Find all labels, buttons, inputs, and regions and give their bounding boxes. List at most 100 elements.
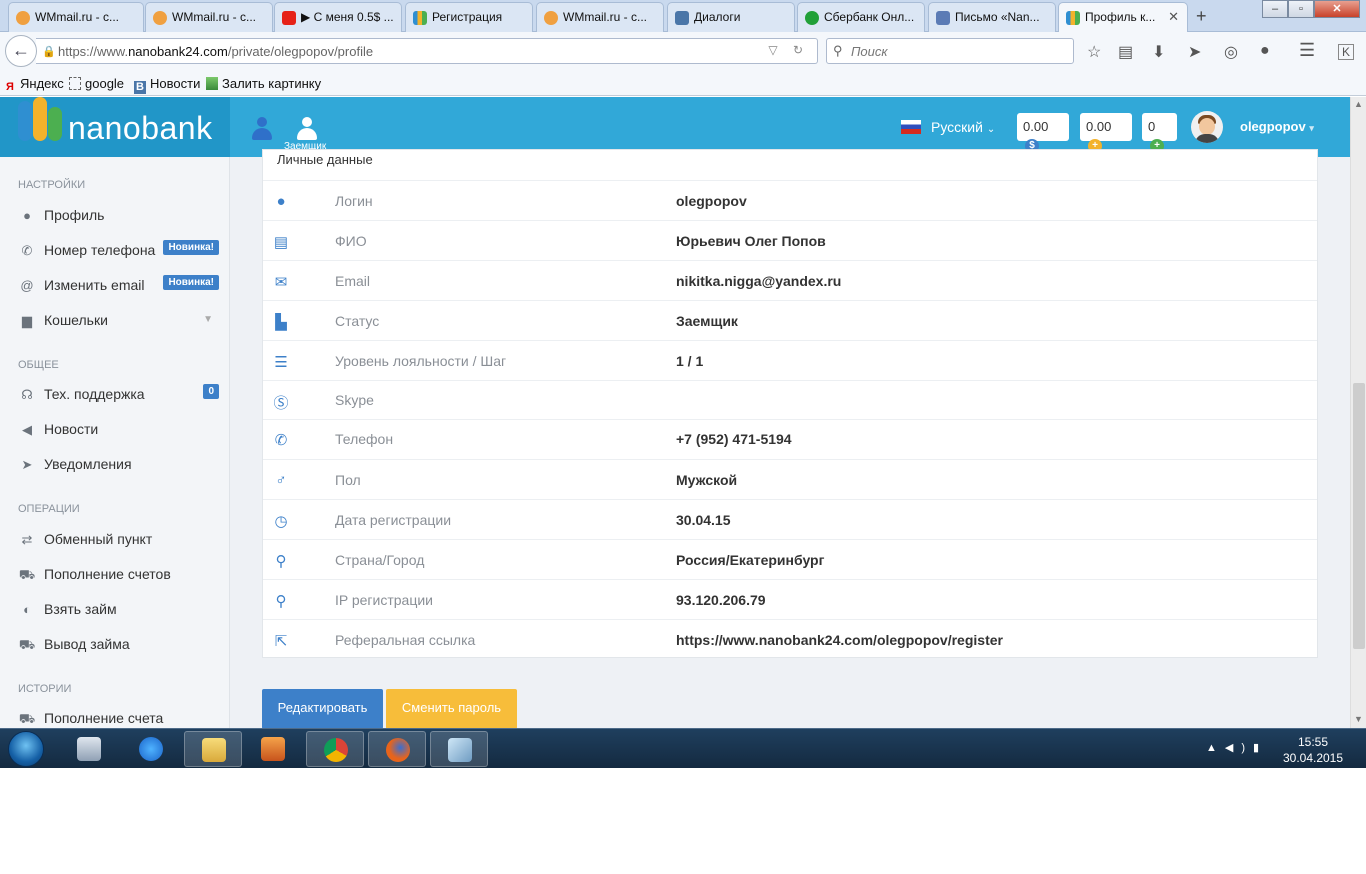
sidebar-item-exchange[interactable]: ⇄ Обменный пункт bbox=[18, 531, 223, 548]
start-button[interactable] bbox=[8, 731, 44, 767]
clipboard-icon: ▤ bbox=[273, 234, 289, 251]
profile-row-ip: ⚲ IP регистрации 93.120.206.79 bbox=[263, 579, 1317, 619]
sidebar-item-email[interactable]: @ Изменить email Новинка! bbox=[18, 275, 223, 293]
sidebar-item-topup[interactable]: ⛟ Пополнение счетов bbox=[18, 566, 223, 585]
taskbar-internet-explorer[interactable] bbox=[122, 731, 180, 767]
referral-link[interactable]: https://www.nanobank24.com/olegpopov/reg… bbox=[676, 632, 1003, 648]
wallet-icon: ▆ bbox=[22, 313, 32, 328]
folder-icon bbox=[202, 738, 226, 762]
reading-list-icon[interactable]: ▤ bbox=[1118, 42, 1133, 62]
globe-icon[interactable]: ◎ bbox=[1224, 42, 1238, 62]
sidebar-item-wallets[interactable]: ▆ Кошельки ▼ bbox=[18, 312, 223, 329]
minimize-window-button[interactable]: – bbox=[1262, 0, 1288, 18]
balance-bonus[interactable]: 0+ bbox=[1142, 113, 1177, 153]
username-menu[interactable]: olegpopov ▾ bbox=[1240, 119, 1314, 134]
menu-icon[interactable]: ☰ bbox=[1299, 40, 1315, 61]
sidebar-section-title: ОПЕРАЦИИ bbox=[18, 503, 80, 515]
profile-row-referral: ⇱ Реферальная ссылка https://www.nanobank2… bbox=[263, 619, 1317, 659]
taskbar-notes[interactable] bbox=[430, 731, 488, 767]
sidebar-item-support[interactable]: ☊ Тех. поддержка 0 bbox=[18, 384, 223, 403]
cart-icon: ⛟ bbox=[18, 567, 36, 582]
profile-row-email: ✉ Email nikitka.nigga@yandex.ru bbox=[263, 260, 1317, 300]
taskbar-media-player[interactable] bbox=[244, 731, 302, 767]
notes-icon bbox=[448, 738, 472, 762]
user-icon: ● bbox=[23, 208, 31, 223]
scrollbar-thumb[interactable] bbox=[1353, 383, 1365, 649]
logo-bar bbox=[33, 97, 47, 141]
scroll-down-icon[interactable]: ▼ bbox=[1354, 714, 1363, 724]
addon-icon[interactable]: K bbox=[1338, 44, 1355, 60]
send-icon[interactable]: ➤ bbox=[1188, 42, 1201, 62]
headset-icon: ☊ bbox=[21, 387, 33, 402]
close-tab-icon[interactable]: ✕ bbox=[1168, 9, 1179, 25]
new-badge: Новинка! bbox=[163, 240, 219, 255]
phone-icon: ✆ bbox=[274, 432, 288, 449]
sidebar-item-phone[interactable]: ✆ Номер телефона Новинка! bbox=[18, 240, 223, 259]
sidebar-item-history-topup[interactable]: ⛟ Пополнение счета bbox=[18, 710, 223, 728]
logo[interactable]: nanobank bbox=[0, 97, 230, 157]
russia-flag-icon bbox=[901, 120, 921, 134]
sidebar-item-withdraw[interactable]: ⛟ Вывод займа bbox=[18, 636, 223, 655]
taskbar-firefox[interactable] bbox=[368, 731, 426, 767]
browser-tab-active[interactable]: Профиль к... ✕ bbox=[1058, 2, 1188, 33]
image-upload-icon bbox=[206, 77, 218, 90]
taskbar-calculator[interactable] bbox=[60, 731, 118, 767]
page-scrollbar[interactable]: ▲ ▼ bbox=[1350, 97, 1366, 728]
change-password-button[interactable]: Сменить пароль bbox=[386, 689, 517, 728]
browser-tab[interactable]: WMmail.ru - с... bbox=[536, 2, 664, 32]
url-bar[interactable]: 🔒 https://www.nanobank24.com/private/ole… bbox=[36, 38, 818, 64]
sidebar-item-take-loan[interactable]: ◐ Взять займ bbox=[18, 601, 223, 617]
clock[interactable]: 15:55 30.04.2015 bbox=[1280, 734, 1346, 766]
site-header: nanobank Заемщик Русский ⌄ 0.00$ 0.00+ 0… bbox=[0, 97, 1350, 157]
sidebar-item-news[interactable]: ◀ Новости bbox=[18, 421, 223, 438]
taskbar-chrome[interactable] bbox=[306, 731, 364, 767]
balance-points[interactable]: 0.00+ bbox=[1080, 113, 1132, 153]
edit-button[interactable]: Редактировать bbox=[262, 689, 383, 728]
new-tab-icon[interactable]: + bbox=[1196, 6, 1207, 27]
browser-tab[interactable]: Диалоги bbox=[667, 2, 795, 32]
taskbar-explorer[interactable] bbox=[184, 731, 242, 767]
avatar[interactable] bbox=[1191, 111, 1223, 143]
close-window-button[interactable]: ✕ bbox=[1314, 0, 1360, 18]
back-button[interactable]: ← bbox=[5, 35, 37, 67]
borrower-icon[interactable] bbox=[297, 117, 317, 141]
url-prefix: https://www. bbox=[58, 44, 129, 59]
browser-tab[interactable]: WMmail.ru - с... bbox=[145, 2, 273, 32]
lock-icon: 🔒 bbox=[42, 46, 56, 58]
mail-icon bbox=[936, 11, 950, 25]
search-input[interactable]: ⚲ Поиск bbox=[826, 38, 1074, 64]
caret-down-icon: ▼ bbox=[203, 314, 213, 325]
megaphone-icon: ◀ bbox=[22, 422, 32, 437]
language-select[interactable]: Русский ⌄ bbox=[901, 119, 995, 135]
balance-usd[interactable]: 0.00$ bbox=[1017, 113, 1069, 153]
bookmark-star-icon[interactable]: ☆ bbox=[1087, 42, 1101, 62]
download-icon[interactable]: ⬇ bbox=[1152, 42, 1165, 62]
browser-tab[interactable]: Письмо «Nan... bbox=[928, 2, 1056, 32]
chat-icon[interactable]: ● bbox=[1260, 42, 1270, 60]
browser-tab[interactable]: Регистрация bbox=[405, 2, 533, 32]
system-tray[interactable]: ▲◀)▮ bbox=[1206, 741, 1267, 754]
map-marker-icon: ⚲ bbox=[275, 553, 287, 570]
sidebar-item-notifications[interactable]: ➤ Уведомления bbox=[18, 456, 223, 473]
male-icon: ♂ bbox=[275, 472, 287, 489]
user-icon[interactable] bbox=[252, 117, 272, 141]
youtube-icon bbox=[282, 11, 296, 25]
bookmarks-bar: Я Яндекс google В Новости Залить картинку bbox=[0, 70, 1366, 96]
volume-icon[interactable]: ◀) bbox=[1225, 742, 1253, 754]
browser-tab[interactable]: Сбербанк Онл... bbox=[797, 2, 925, 32]
reload-icon[interactable]: ▽ ↻ bbox=[768, 43, 809, 57]
sidebar-item-profile[interactable]: ● Профиль bbox=[18, 207, 223, 223]
maximize-window-button[interactable]: ▫ bbox=[1288, 0, 1314, 18]
browser-tab[interactable]: WMmail.ru - с... bbox=[8, 2, 144, 32]
network-icon[interactable]: ▮ bbox=[1253, 742, 1267, 754]
bookmark-google[interactable]: google bbox=[69, 76, 124, 91]
scroll-up-icon[interactable]: ▲ bbox=[1354, 99, 1363, 109]
bookmark-news[interactable]: В Новости bbox=[134, 76, 200, 94]
logo-bar bbox=[18, 101, 32, 141]
map-marker-icon: ⚲ bbox=[275, 593, 287, 610]
bookmark-yandex[interactable]: Я Яндекс bbox=[4, 76, 64, 94]
show-hidden-icons-icon[interactable]: ▲ bbox=[1206, 742, 1225, 754]
firefox-icon bbox=[386, 738, 410, 762]
browser-tab[interactable]: ▶ С меня 0.5$ ... bbox=[274, 2, 402, 32]
bookmark-upload[interactable]: Залить картинку bbox=[206, 76, 321, 91]
